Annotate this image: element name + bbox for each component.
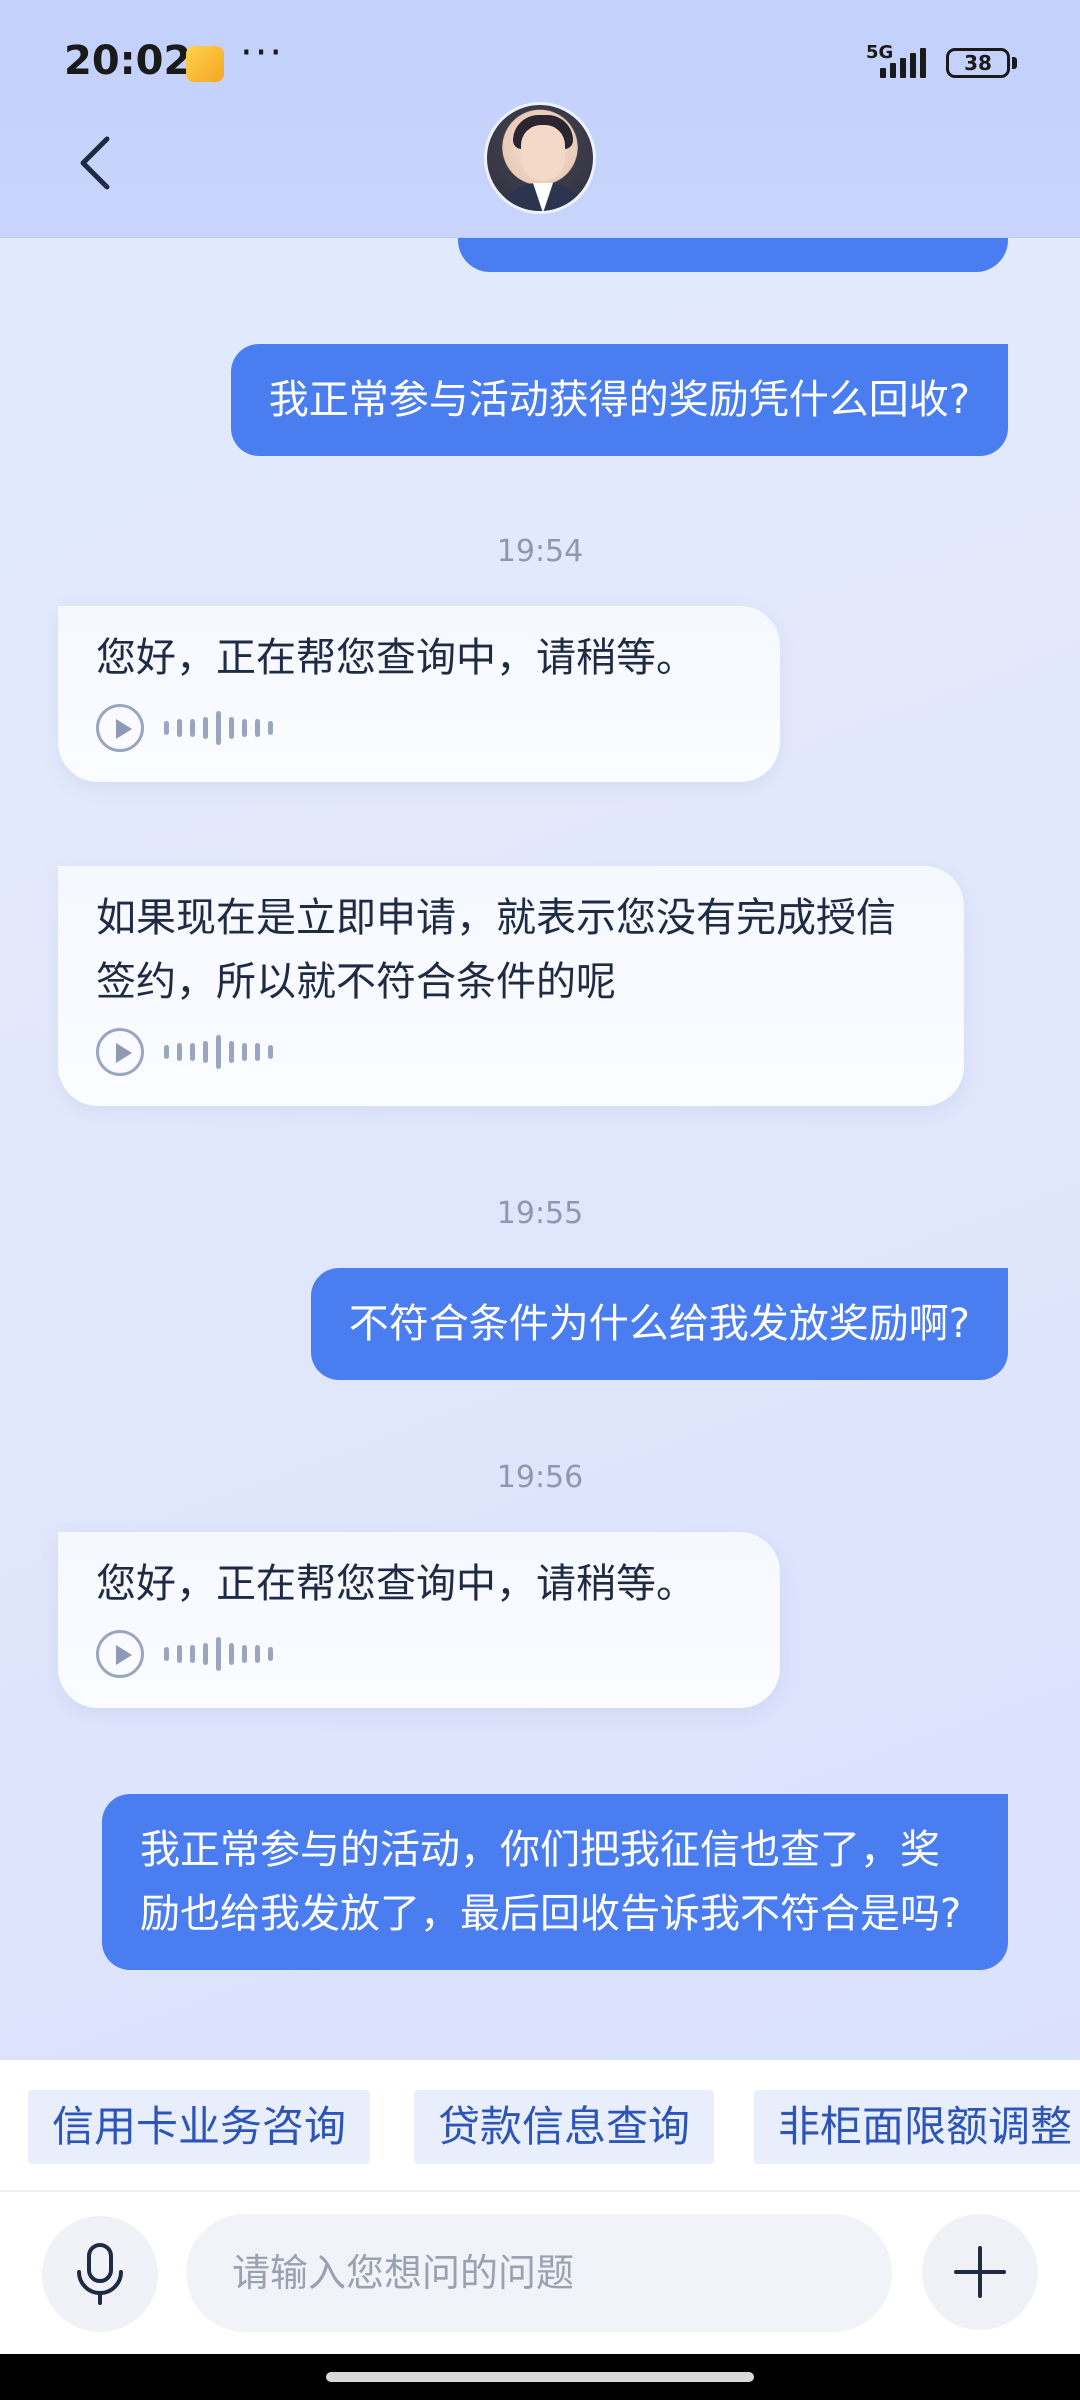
- play-icon[interactable]: [96, 704, 144, 752]
- chip-credit-card-consult[interactable]: 信用卡业务咨询: [28, 2090, 371, 2164]
- voice-playback[interactable]: [96, 698, 742, 758]
- bot-message-text: 您好，正在帮您查询中，请稍等。: [96, 635, 696, 681]
- user-message-text: 不符合条件为什么给我发放奖励啊?: [348, 1301, 970, 1347]
- assistant-avatar[interactable]: [484, 102, 596, 214]
- bot-message-text: 如果现在是立即申请，就表示您没有完成授信签约，所以就不符合条件的呢: [96, 895, 896, 1005]
- quick-reply-bar[interactable]: 信用卡业务咨询 贷款信息查询 非柜面限额调整: [0, 2060, 1080, 2190]
- chip-limit-adjustment[interactable]: 非柜面限额调整: [754, 2090, 1080, 2164]
- battery-tip: [1012, 57, 1017, 69]
- previous-user-message-partial: [458, 238, 1008, 272]
- plus-icon: [954, 2246, 1006, 2298]
- bot-message[interactable]: 您好，正在帮您查询中，请稍等。: [58, 1532, 780, 1708]
- signal-icon: [880, 48, 926, 78]
- user-message-text: 我正常参与活动获得的奖励凭什么回收?: [268, 377, 970, 423]
- chevron-left-icon: [80, 136, 110, 190]
- battery-icon: 38: [946, 48, 1010, 78]
- notes-app-icon: [186, 46, 224, 82]
- voice-input-button[interactable]: [42, 2216, 158, 2332]
- more-notifications-icon: ···: [240, 30, 285, 76]
- audio-wave-icon: [164, 708, 273, 748]
- bot-message-text: 您好，正在帮您查询中，请稍等。: [96, 1561, 696, 1607]
- voice-playback[interactable]: [96, 1624, 742, 1684]
- user-message[interactable]: 我正常参与活动获得的奖励凭什么回收?: [230, 344, 1008, 456]
- play-icon[interactable]: [96, 1630, 144, 1678]
- play-icon[interactable]: [96, 1028, 144, 1076]
- user-message[interactable]: 不符合条件为什么给我发放奖励啊?: [310, 1268, 1008, 1380]
- back-button[interactable]: [70, 128, 120, 198]
- status-time: 20:02: [64, 38, 192, 84]
- message-timestamp: 19:55: [496, 1196, 584, 1231]
- message-input[interactable]: [186, 2214, 892, 2332]
- system-navigation-bar: [0, 2354, 1080, 2400]
- message-timestamp: 19:56: [496, 1460, 584, 1495]
- message-timestamp: 19:54: [496, 534, 584, 569]
- voice-playback[interactable]: [96, 1022, 926, 1082]
- bot-message[interactable]: 如果现在是立即申请，就表示您没有完成授信签约，所以就不符合条件的呢: [58, 866, 964, 1106]
- microphone-icon: [77, 2243, 123, 2305]
- chat-message-list[interactable]: 我正常参与活动获得的奖励凭什么回收? 19:54 您好，正在帮您查询中，请稍等。…: [0, 238, 1080, 2060]
- home-indicator[interactable]: [326, 2372, 754, 2382]
- user-message[interactable]: 我正常参与的活动，你们把我征信也查了，奖励也给我发放了，最后回收告诉我不符合是吗…: [102, 1794, 1008, 1970]
- more-options-button[interactable]: [922, 2214, 1038, 2330]
- user-message-text: 我正常参与的活动，你们把我征信也查了，奖励也给我发放了，最后回收告诉我不符合是吗…: [140, 1827, 962, 1937]
- bot-message[interactable]: 您好，正在帮您查询中，请稍等。: [58, 606, 780, 782]
- audio-wave-icon: [164, 1634, 273, 1674]
- input-bar: [0, 2190, 1080, 2354]
- chip-loan-info-query[interactable]: 贷款信息查询: [414, 2090, 715, 2164]
- audio-wave-icon: [164, 1032, 273, 1072]
- chat-header: 20:02 ··· 5G 38: [0, 0, 1080, 238]
